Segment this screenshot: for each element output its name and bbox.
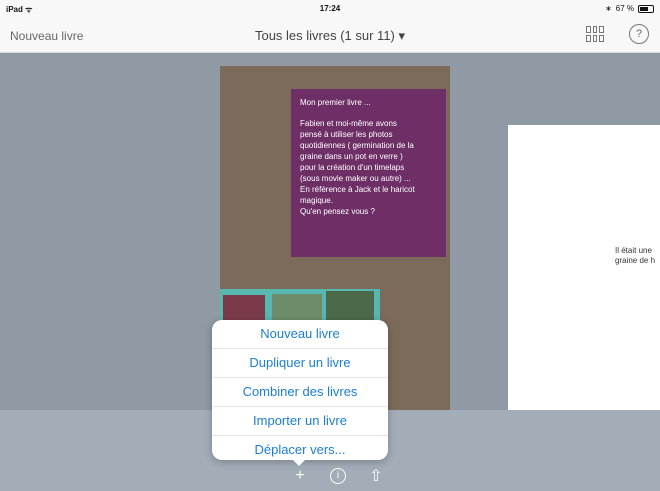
add-icon[interactable]: +	[290, 466, 310, 486]
battery-indicator: ∗ 67 %	[605, 4, 654, 13]
popover-arrow	[291, 458, 307, 466]
battery-percent: 67 %	[615, 4, 634, 13]
battery-icon	[638, 4, 654, 13]
bluetooth-icon: ∗	[605, 4, 612, 13]
book-heading: Mon premier livre ...	[300, 98, 371, 107]
grid-view-icon[interactable]	[586, 26, 604, 42]
share-icon[interactable]: ⇧	[366, 466, 386, 486]
navigation-bar: Nouveau livre Tous les livres (1 sur 11)…	[0, 18, 660, 53]
menu-item-new-book[interactable]: Nouveau livre	[212, 320, 388, 349]
status-bar: iPad ᯤ 17:24 ∗ 67 %	[0, 0, 660, 18]
book-body-text: Fabien et moi-même avons pensé à utilise…	[300, 119, 415, 216]
info-icon: i	[330, 468, 346, 484]
menu-item-duplicate-book[interactable]: Dupliquer un livre	[212, 349, 388, 378]
help-icon[interactable]: ?	[629, 24, 649, 44]
menu-item-combine-books[interactable]: Combiner des livres	[212, 378, 388, 407]
library-title-dropdown[interactable]: Tous les livres (1 sur 11) ▾	[0, 28, 660, 44]
book-preview-text: Il était une graine de h	[615, 246, 656, 265]
bottom-toolbar: + i ⇧	[290, 466, 386, 486]
clock: 17:24	[319, 4, 341, 13]
menu-item-import-book[interactable]: Importer un livre	[212, 407, 388, 436]
info-button[interactable]: i	[328, 466, 348, 486]
add-book-popover-menu: Nouveau livre Dupliquer un livre Combine…	[212, 320, 388, 460]
book-cover-next[interactable]: Il était une graine de h	[508, 125, 660, 410]
book-text-card: Mon premier livre ... Fabien et moi-même…	[291, 89, 446, 257]
